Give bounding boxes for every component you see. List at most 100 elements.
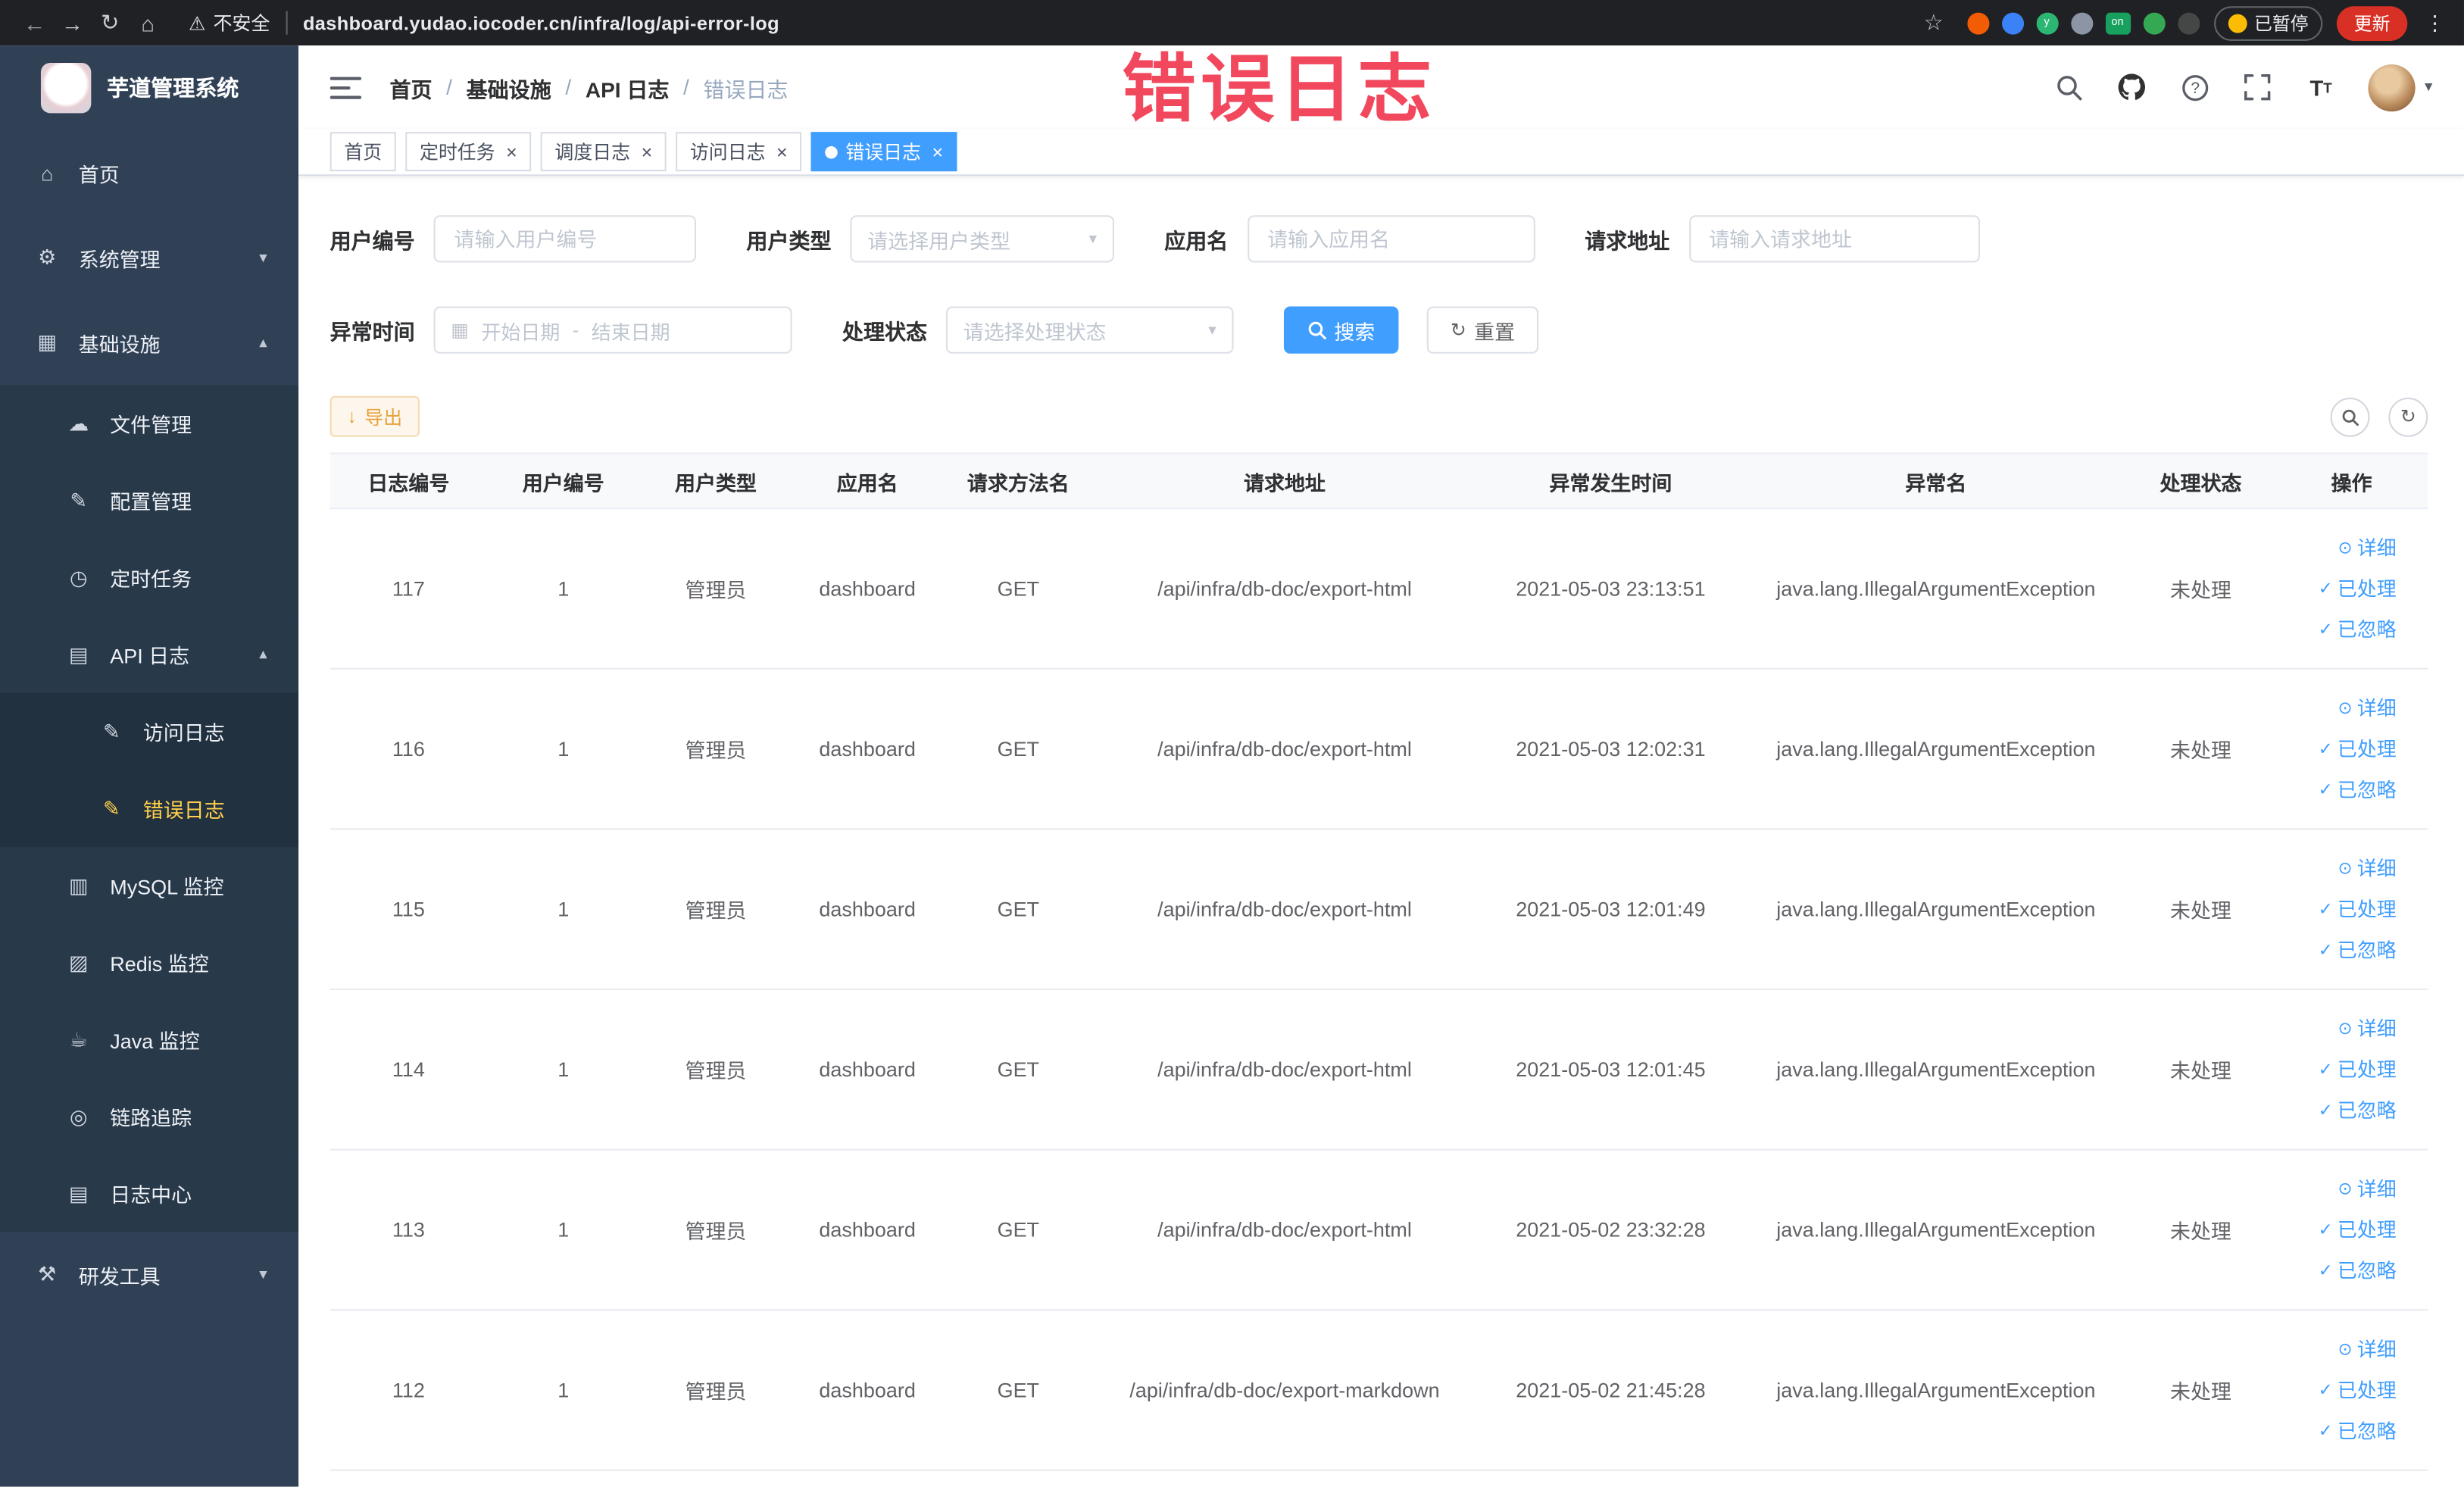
- security-indicator[interactable]: ⚠ 不安全: [189, 9, 270, 36]
- user-type-select[interactable]: 请选择用户类型 ▾: [850, 215, 1114, 263]
- sidebar-item-api-log[interactable]: ▤ API 日志 ▴: [0, 616, 299, 693]
- close-icon[interactable]: ×: [506, 142, 517, 161]
- mark-processed-link[interactable]: ✓ 已处理: [2319, 1049, 2397, 1090]
- sidebar-item-infrastructure[interactable]: ▦ 基础设施 ▴: [0, 300, 298, 385]
- sidebar-item-log-center[interactable]: ▤ 日志中心: [0, 1154, 299, 1232]
- tab-schedule-log[interactable]: 调度日志 ×: [540, 132, 667, 172]
- sidebar-item-access-log[interactable]: ✎ 访问日志: [0, 692, 299, 770]
- sidebar-item-java-monitor[interactable]: ☕ Java 监控: [0, 1001, 299, 1079]
- sidebar-item-link-trace[interactable]: ◎ 链路追踪: [0, 1078, 299, 1155]
- github-icon[interactable]: [2116, 71, 2147, 102]
- detail-link[interactable]: ⊙ 详细: [2338, 688, 2397, 729]
- close-icon[interactable]: ×: [932, 142, 943, 161]
- extension-grid-icon[interactable]: [2070, 11, 2093, 34]
- action-label: 已处理: [2337, 1218, 2397, 1241]
- sidebar-item-redis-monitor[interactable]: ▨ Redis 监控: [0, 923, 299, 1001]
- tab-home[interactable]: 首页: [329, 132, 396, 172]
- detail-link[interactable]: ⊙ 详细: [2338, 848, 2397, 889]
- mark-processed-link[interactable]: ✓ 已处理: [2319, 568, 2397, 609]
- sidebar-item-label: 系统管理: [78, 247, 161, 271]
- export-button[interactable]: ↓ 导出: [329, 395, 420, 437]
- action-label: 已处理: [2337, 1379, 2397, 1401]
- toggle-search-icon[interactable]: [2330, 396, 2370, 436]
- breadcrumb-item[interactable]: API 日志: [586, 71, 670, 102]
- cell: 管理员: [685, 578, 747, 602]
- extension-green-y-icon[interactable]: y: [2035, 11, 2058, 34]
- sidebar-item-label: 链路追踪: [110, 1106, 192, 1130]
- mark-ignored-link[interactable]: ✓ 已忽略: [2319, 1250, 2397, 1291]
- detail-link[interactable]: ⊙ 详细: [2338, 1168, 2397, 1209]
- fullscreen-icon[interactable]: [2242, 71, 2273, 102]
- cell: dashboard: [819, 897, 916, 921]
- collapse-sidebar-icon[interactable]: [329, 75, 362, 100]
- request-url-input[interactable]: [1688, 215, 1979, 263]
- app-brand[interactable]: 芋道管理系统: [0, 45, 298, 130]
- extension-leaf-icon[interactable]: [2142, 11, 2165, 34]
- extension-dark-icon[interactable]: [2177, 11, 2200, 34]
- screen: ← → ↻ ⌂ ⚠ 不安全 dashboard.yudao.iocoder.cn…: [0, 0, 2464, 1487]
- reload-icon[interactable]: ↻: [91, 9, 129, 36]
- forward-icon[interactable]: →: [54, 10, 92, 35]
- browser-update-button[interactable]: 更新: [2336, 5, 2408, 40]
- user-menu[interactable]: ▾: [2368, 64, 2432, 111]
- detail-link[interactable]: ⊙ 详细: [2338, 1008, 2397, 1049]
- sidebar-item-label: Java 监控: [110, 1029, 200, 1053]
- tab-cron-job[interactable]: 定时任务 ×: [405, 132, 532, 172]
- bookmark-star-icon[interactable]: ☆: [1915, 9, 1953, 36]
- table-row: 116 1 管理员 dashboard GET/api/infra/db-doc/exp…: [329, 670, 2428, 830]
- mark-ignored-link[interactable]: ✓ 已忽略: [2319, 929, 2397, 970]
- detail-link[interactable]: ⊙ 详细: [2338, 527, 2397, 568]
- sidebar-item-error-log[interactable]: ✎ 错误日志: [0, 770, 299, 848]
- mark-ignored-link[interactable]: ✓ 已忽略: [2319, 770, 2397, 811]
- extension-blue-drop-icon[interactable]: [2001, 11, 2024, 34]
- extension-orange-icon[interactable]: [1966, 11, 1989, 34]
- sidebar-item-dev-tools[interactable]: ⚒ 研发工具 ▾: [0, 1232, 298, 1317]
- user-type-label: 用户类型: [746, 229, 832, 254]
- refresh-table-icon[interactable]: ↻: [2388, 396, 2428, 436]
- sidebar-item-mysql-monitor[interactable]: ▥ MySQL 监控: [0, 847, 299, 924]
- sidebar-item-cron-job[interactable]: ◷ 定时任务: [0, 539, 299, 617]
- breadcrumb-separator: /: [683, 75, 689, 99]
- breadcrumb-item[interactable]: 首页: [390, 71, 433, 102]
- search-button[interactable]: 搜索: [1283, 306, 1399, 354]
- sidebar-item-file-management[interactable]: ☁ 文件管理: [0, 385, 299, 462]
- tab-access-log[interactable]: 访问日志 ×: [676, 132, 802, 172]
- mark-processed-link[interactable]: ✓ 已处理: [2319, 889, 2397, 929]
- home-icon[interactable]: ⌂: [129, 10, 167, 35]
- cell: 117: [392, 576, 425, 601]
- sidebar-item-system-management[interactable]: ⚙ 系统管理 ▾: [0, 215, 298, 300]
- mark-processed-link[interactable]: ✓ 已处理: [2319, 1370, 2397, 1410]
- mark-ignored-link[interactable]: ✓ 已忽略: [2319, 1410, 2397, 1451]
- font-size-icon[interactable]: TT: [2305, 71, 2336, 102]
- detail-link[interactable]: ⊙ 详细: [2338, 1329, 2397, 1370]
- breadcrumb-item[interactable]: 基础设施: [467, 71, 551, 102]
- eye-icon: ⊙: [2338, 1179, 2353, 1198]
- close-icon[interactable]: ×: [776, 142, 788, 161]
- process-status-select[interactable]: 请选择处理状态 ▾: [945, 306, 1234, 354]
- help-icon[interactable]: ?: [2179, 71, 2210, 102]
- browser-menu-icon[interactable]: ⋮: [2422, 10, 2448, 35]
- paused-badge[interactable]: 已暂停: [2213, 5, 2323, 40]
- back-icon[interactable]: ←: [16, 10, 54, 35]
- user-id-input[interactable]: [433, 215, 697, 263]
- app-name-input[interactable]: [1247, 215, 1535, 263]
- column-header: 异常名: [1905, 470, 1967, 495]
- mark-ignored-link[interactable]: ✓ 已忽略: [2319, 609, 2397, 650]
- action-label: 详细: [2356, 1338, 2397, 1360]
- cell: 2021-05-03 12:02:31: [1516, 736, 1706, 761]
- chevron-down-icon: ▾: [259, 1266, 267, 1283]
- content: 用户编号 用户类型 请选择用户类型 ▾ 应用名 请求地址: [298, 176, 2464, 1471]
- extension-on-badge-icon[interactable]: on: [2104, 11, 2131, 34]
- close-icon[interactable]: ×: [642, 142, 653, 161]
- mark-processed-link[interactable]: ✓ 已处理: [2319, 1209, 2397, 1250]
- reset-button[interactable]: ↻ 重置: [1426, 306, 1539, 354]
- sidebar-item-config-management[interactable]: ✎ 配置管理: [0, 461, 299, 539]
- address-bar[interactable]: dashboard.yudao.iocoder.cn/infra/log/api…: [303, 12, 1899, 34]
- mark-ignored-link[interactable]: ✓ 已忽略: [2319, 1090, 2397, 1131]
- sidebar-item-home[interactable]: ⌂ 首页: [0, 130, 298, 215]
- date-range-picker[interactable]: ▦ 开始日期 - 结束日期: [433, 306, 792, 354]
- search-icon[interactable]: [2053, 71, 2085, 102]
- actions-cell: ⊙ 详细 ✓ 已处理 ✓ 已忽略: [2275, 509, 2428, 668]
- tab-error-log[interactable]: 错误日志 ×: [810, 132, 957, 172]
- mark-processed-link[interactable]: ✓ 已处理: [2319, 729, 2397, 770]
